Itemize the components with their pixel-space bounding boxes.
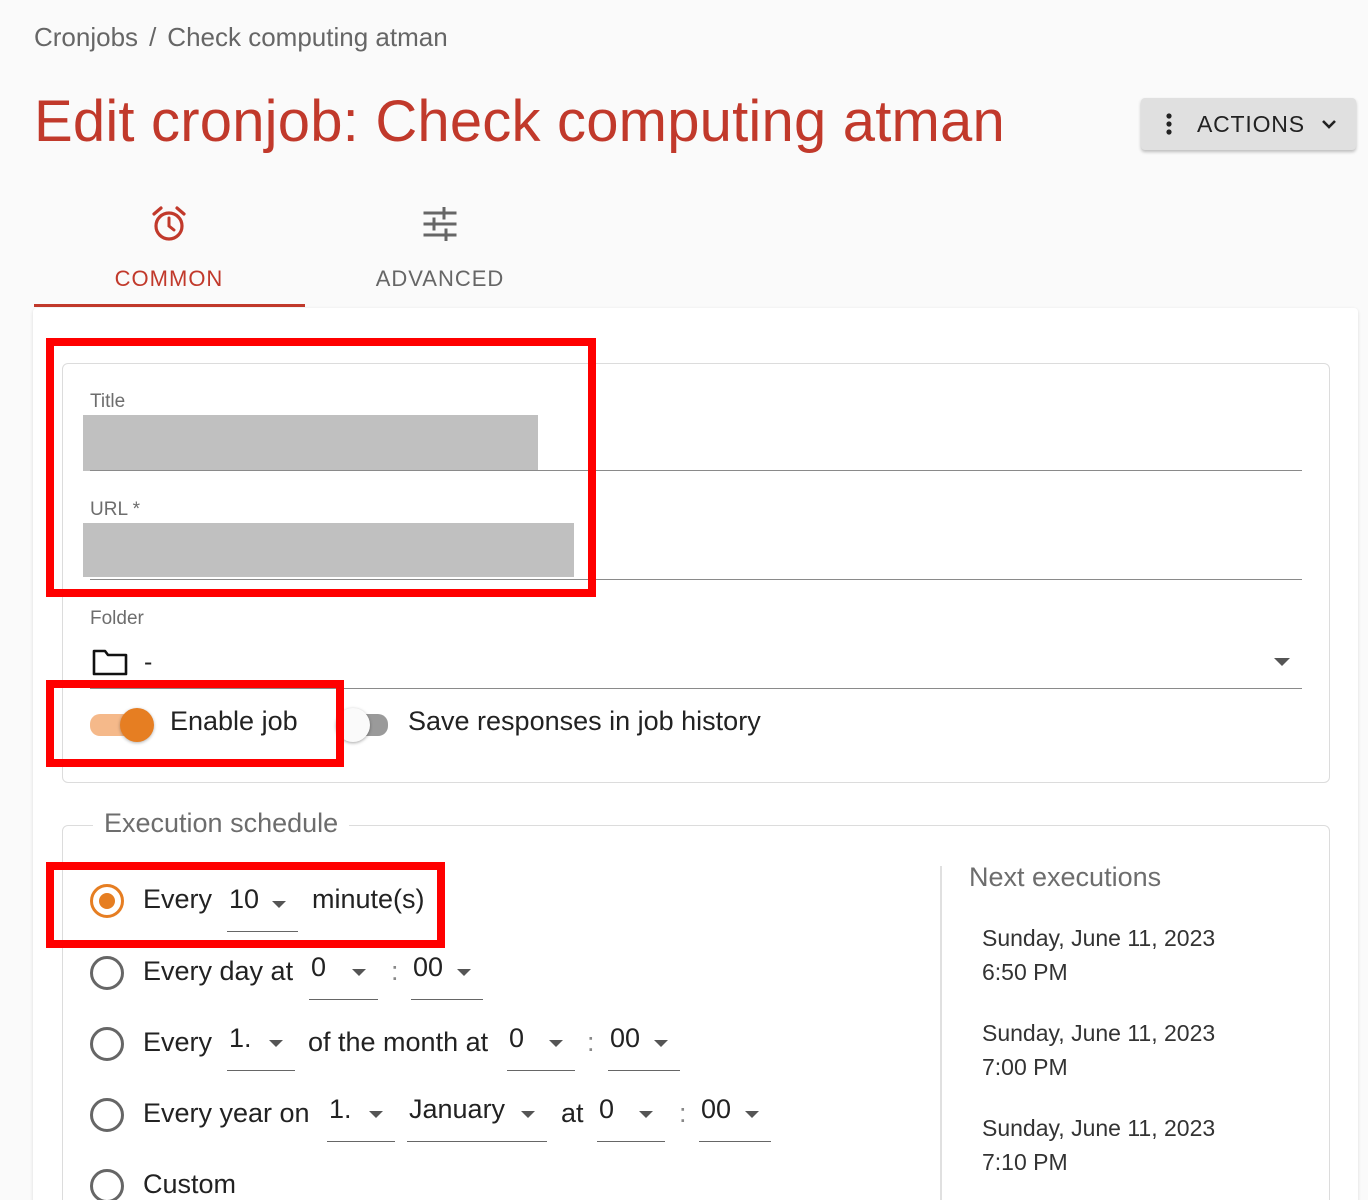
caret-down-icon xyxy=(639,1111,653,1118)
chevron-down-icon xyxy=(1274,658,1290,666)
toggle-thumb xyxy=(336,708,370,742)
breadcrumb: Cronjobs / Check computing atman xyxy=(34,22,448,53)
tab-common-label: COMMON xyxy=(114,266,224,291)
every-month-mid: of the month at xyxy=(308,1027,489,1057)
year-day-value: 1. xyxy=(329,1094,352,1124)
save-responses-toggle[interactable] xyxy=(336,704,392,744)
day-hour-select[interactable]: 0 xyxy=(309,952,378,1000)
radio-every-minutes[interactable] xyxy=(90,884,124,918)
chevron-down-icon xyxy=(1321,119,1337,129)
next-execution-item: Sunday, June 11, 2023 7:10 PM xyxy=(982,1111,1215,1179)
day-minute-select[interactable]: 00 xyxy=(411,952,483,1000)
folder-value: - xyxy=(144,648,153,676)
caret-down-icon xyxy=(369,1111,383,1118)
tab-common[interactable]: COMMON xyxy=(34,196,304,306)
next-execution-item: Sunday, June 11, 2023 7:00 PM xyxy=(982,1016,1215,1084)
execution-schedule-legend: Execution schedule xyxy=(93,808,350,839)
execution-date: Sunday, June 11, 2023 xyxy=(982,1020,1216,1046)
caret-down-icon xyxy=(272,901,286,908)
actions-label: ACTIONS xyxy=(1197,110,1305,137)
month-minute-value: 00 xyxy=(610,1023,641,1053)
next-executions-title: Next executions xyxy=(969,862,1162,892)
every-day-prefix: Every day at xyxy=(143,956,294,986)
year-hour-select[interactable]: 0 xyxy=(597,1094,665,1142)
next-execution-item: Sunday, June 11, 2023 6:50 PM xyxy=(982,921,1215,989)
caret-down-icon xyxy=(269,1040,283,1047)
title-input[interactable] xyxy=(83,415,538,471)
every-minutes-suffix: minute(s) xyxy=(312,884,425,914)
execution-date: Sunday, June 11, 2023 xyxy=(982,1115,1216,1141)
month-day-value: 1. xyxy=(229,1023,252,1053)
breadcrumb-link-cronjobs[interactable]: Cronjobs xyxy=(34,22,138,53)
time-separator: : xyxy=(587,1027,595,1057)
title-underline xyxy=(90,470,1302,471)
day-hour-value: 0 xyxy=(311,952,327,982)
every-month-prefix: Every xyxy=(143,1027,213,1057)
execution-date: Sunday, June 11, 2023 xyxy=(982,925,1216,951)
execution-time: 7:00 PM xyxy=(982,1054,1068,1080)
execution-time: 6:50 PM xyxy=(982,959,1068,985)
url-input[interactable] xyxy=(83,523,574,577)
folder-underline xyxy=(90,688,1302,689)
folder-label: Folder xyxy=(90,608,144,629)
day-minute-value: 00 xyxy=(413,952,444,982)
radio-every-month[interactable] xyxy=(90,1027,124,1061)
time-separator: : xyxy=(391,956,399,986)
execution-time: 7:10 PM xyxy=(982,1149,1068,1175)
caret-down-icon xyxy=(457,969,471,976)
caret-down-icon xyxy=(352,969,366,976)
month-hour-select[interactable]: 0 xyxy=(507,1023,575,1071)
url-label: URL * xyxy=(90,499,140,520)
every-year-at: at xyxy=(561,1098,584,1128)
breadcrumb-separator: / xyxy=(149,22,157,52)
time-separator: : xyxy=(679,1098,687,1128)
tab-advanced-label: ADVANCED xyxy=(375,266,505,291)
custom-label: Custom xyxy=(143,1169,237,1199)
caret-down-icon xyxy=(745,1111,759,1118)
title-label: Title xyxy=(90,391,126,412)
caret-down-icon xyxy=(549,1040,563,1047)
enable-job-label: Enable job xyxy=(170,706,298,736)
year-month-select[interactable]: January xyxy=(407,1094,547,1142)
radio-every-year[interactable] xyxy=(90,1098,124,1132)
radio-every-day[interactable] xyxy=(90,956,124,990)
breadcrumb-current: Check computing atman xyxy=(167,22,448,52)
every-minutes-prefix: Every xyxy=(143,884,213,914)
kebab-icon xyxy=(1141,113,1197,135)
year-hour-value: 0 xyxy=(599,1094,615,1124)
url-underline xyxy=(90,579,1302,580)
sliders-icon xyxy=(423,202,457,246)
enable-job-toggle[interactable] xyxy=(90,704,156,744)
every-year-prefix: Every year on xyxy=(143,1098,310,1128)
page-title: Edit cronjob: Check computing atman xyxy=(34,89,1005,154)
radio-custom[interactable] xyxy=(90,1169,124,1200)
toggle-thumb xyxy=(120,708,154,742)
year-minute-select[interactable]: 00 xyxy=(699,1094,771,1142)
tab-advanced[interactable]: ADVANCED xyxy=(305,196,575,306)
month-minute-select[interactable]: 00 xyxy=(608,1023,680,1071)
minutes-interval-select[interactable]: 10 xyxy=(227,884,298,932)
month-day-select[interactable]: 1. xyxy=(227,1023,295,1071)
folder-icon xyxy=(92,648,128,681)
caret-down-icon xyxy=(521,1111,535,1118)
year-minute-value: 00 xyxy=(701,1094,732,1124)
caret-down-icon xyxy=(654,1040,668,1047)
year-day-select[interactable]: 1. xyxy=(327,1094,395,1142)
actions-button[interactable]: ACTIONS xyxy=(1141,98,1356,150)
tab-indicator xyxy=(34,304,305,307)
month-hour-value: 0 xyxy=(509,1023,525,1053)
save-responses-label: Save responses in job history xyxy=(408,706,761,736)
alarm-clock-icon xyxy=(150,202,188,246)
schedule-divider xyxy=(940,866,942,1200)
folder-select[interactable]: - xyxy=(90,640,1302,688)
year-month-value: January xyxy=(409,1094,506,1124)
minutes-interval-value: 10 xyxy=(229,884,260,914)
